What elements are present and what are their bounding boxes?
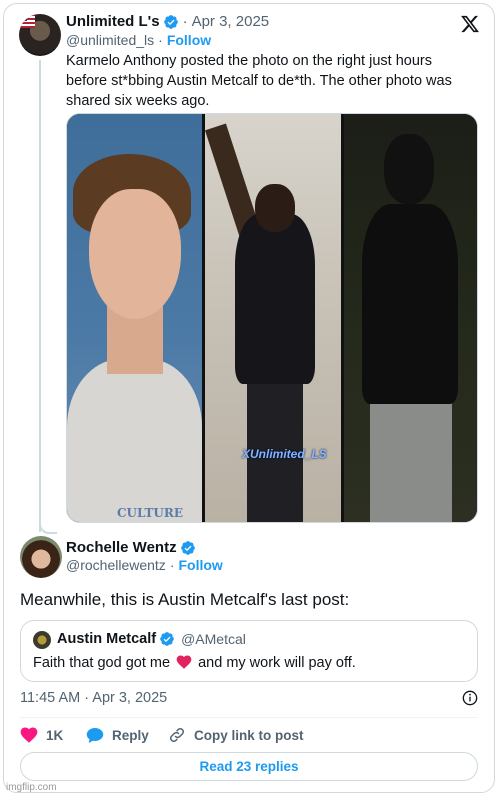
red-heart-emoji-icon <box>176 655 192 669</box>
tweet2-timestamp[interactable]: 11:45 AM · Apr 3, 2025 <box>20 690 167 706</box>
copy-link-label: Copy link to post <box>194 727 304 743</box>
quoted-tweet[interactable]: Austin Metcalf @AMetcal Faith that god g… <box>20 620 478 682</box>
tweet2-body-text: Meanwhile, this is Austin Metcalf's last… <box>20 590 350 609</box>
tweet2-author-row: Rochelle Wentz <box>66 539 196 556</box>
copy-link-button[interactable]: Copy link to post <box>168 726 304 744</box>
austin-metcalf-avatar[interactable] <box>33 631 51 649</box>
media-watermark: XUnlimited_LS <box>242 447 327 461</box>
heart-icon <box>20 727 38 743</box>
tweet2-handle[interactable]: @rochellewentz <box>66 557 166 573</box>
us-flag-icon <box>19 14 35 28</box>
like-count: 1K <box>46 727 64 743</box>
thread-connector <box>39 60 41 532</box>
imgflip-watermark: imgflip.com <box>6 782 57 793</box>
shirt-text: CULTURE <box>117 506 183 520</box>
tweet2-follow-button[interactable]: Follow <box>178 557 222 573</box>
verified-badge-icon <box>163 14 178 29</box>
rochelle-wentz-avatar[interactable] <box>20 536 62 578</box>
school-portrait-photo[interactable]: CULTURE <box>67 114 202 522</box>
reply-label: Reply <box>112 727 149 743</box>
reply-bubble-icon <box>86 727 104 743</box>
tweet1-body-text: Karmelo Anthony posted the photo on the … <box>66 53 452 109</box>
quoted-text-before: Faith that god got me <box>33 655 171 671</box>
verified-badge-icon <box>160 632 174 646</box>
separator-dot: · <box>182 13 188 30</box>
divider <box>20 717 478 718</box>
quoted-display-name[interactable]: Austin Metcalf <box>57 631 156 647</box>
tweet1-handle[interactable]: @unlimited_ls <box>66 32 154 48</box>
verified-badge-icon <box>180 540 195 555</box>
reply-button[interactable]: Reply <box>86 727 168 744</box>
separator-dot: · <box>169 557 175 573</box>
unlimited-ls-avatar[interactable] <box>19 14 61 56</box>
read-replies-button[interactable]: Read 23 replies <box>20 752 478 781</box>
tweet2-handle-row: @rochellewentz · Follow <box>66 557 223 573</box>
tweet1-display-name[interactable]: Unlimited L's <box>66 13 160 30</box>
tweet1-media[interactable]: CULTURE XUnlimited_LS <box>66 113 478 523</box>
tweet1-handle-row: @unlimited_ls · Follow <box>66 32 211 48</box>
separator-dot: · <box>158 32 163 48</box>
like-button[interactable]: 1K <box>20 727 86 743</box>
quoted-text: Faith that god got me and my work will p… <box>33 655 356 671</box>
quoted-handle[interactable]: @AMetcal <box>181 631 246 647</box>
info-icon[interactable] <box>462 690 478 706</box>
tweet1-author-row: Unlimited L's · Apr 3, 2025 <box>66 13 269 30</box>
action-bar: 1K Reply Copy link to post <box>20 726 304 744</box>
quoted-text-after: and my work will pay off. <box>198 655 356 671</box>
tweet2-display-name[interactable]: Rochelle Wentz <box>66 539 177 556</box>
x-logo-icon[interactable] <box>460 14 480 34</box>
link-icon <box>169 727 185 743</box>
tweet1-follow-button[interactable]: Follow <box>167 32 211 48</box>
middle-finger-photo[interactable] <box>341 114 477 522</box>
quoted-author-row: Austin Metcalf @AMetcal <box>57 631 246 647</box>
tweet1-date[interactable]: Apr 3, 2025 <box>192 13 270 30</box>
